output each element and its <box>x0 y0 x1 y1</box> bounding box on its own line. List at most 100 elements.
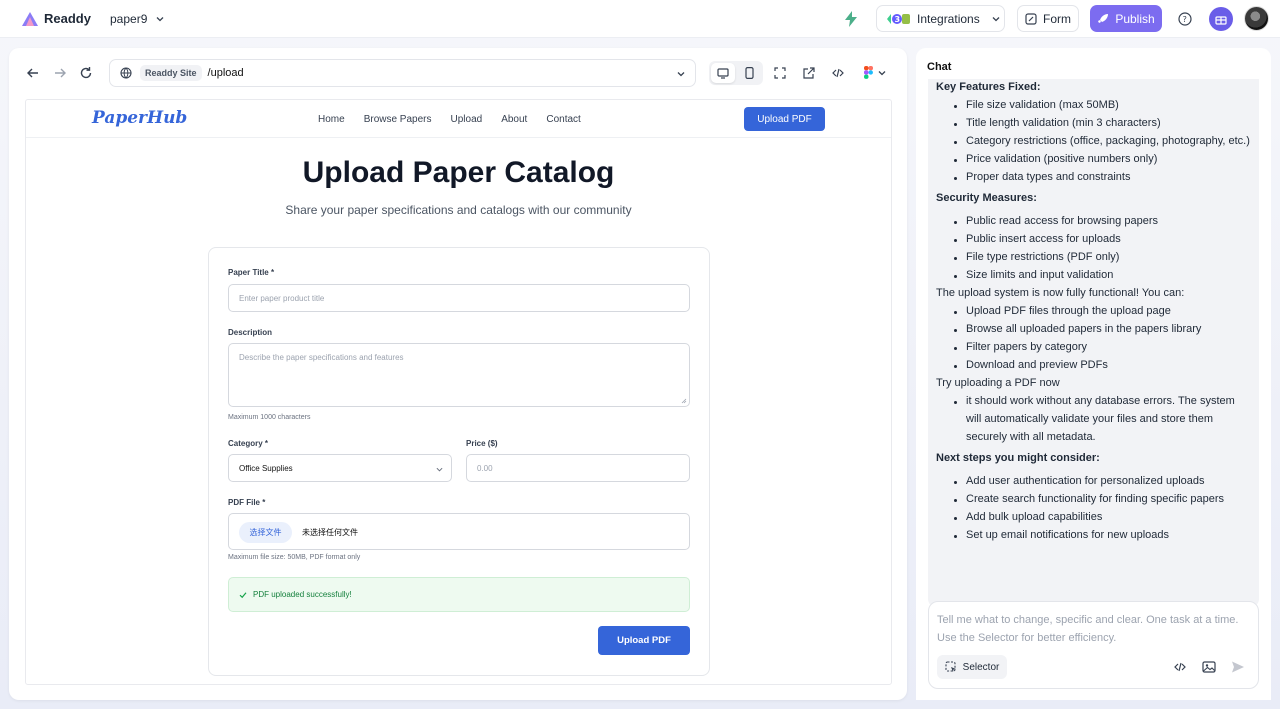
category-value: Office Supplies <box>239 463 293 473</box>
chat-panel: Chat Key Features Fixed: File size valida… <box>916 48 1271 700</box>
bullet-icon <box>954 499 957 502</box>
gift-button[interactable] <box>1209 7 1233 31</box>
message-list-item: File size validation (max 50MB) <box>966 99 1119 111</box>
message-list-item: Upload PDF files through the upload page <box>966 305 1171 317</box>
page-subtitle: Share your paper specifications and cata… <box>285 203 632 217</box>
integrations-button[interactable]: 3 Integrations <box>876 5 1005 32</box>
nav-link-about[interactable]: About <box>501 114 527 125</box>
message-list-item: Price validation (positive numbers only) <box>966 153 1158 165</box>
send-icon[interactable] <box>1231 660 1245 674</box>
site-header: PaperHub Home Browse Papers Upload About… <box>26 100 891 138</box>
message-list-item: Filter papers by category <box>966 341 1088 353</box>
nav-link-home[interactable]: Home <box>318 114 345 125</box>
bullet-icon <box>954 275 957 278</box>
gift-icon <box>1215 16 1227 25</box>
choose-file-button[interactable]: 选择文件 <box>239 522 292 543</box>
code-icon[interactable] <box>1173 660 1187 674</box>
chat-title: Chat <box>927 61 952 73</box>
upload-form: Paper Title * Enter paper product title … <box>208 247 710 676</box>
message-list-item: Add bulk upload capabilities <box>966 511 1103 523</box>
description-hint: Maximum 1000 characters <box>228 414 311 421</box>
selector-icon <box>945 661 956 672</box>
readdy-logo[interactable]: Readdy <box>22 11 91 26</box>
site-chip: Readdy Site <box>140 65 202 81</box>
chevron-down-icon[interactable] <box>677 70 685 78</box>
message-list-item: Set up email notifications for new uploa… <box>966 529 1170 541</box>
user-avatar[interactable] <box>1244 6 1269 31</box>
globe-icon <box>120 67 132 79</box>
selector-label: Selector <box>962 661 1000 673</box>
price-input[interactable]: 0.00 <box>466 454 690 482</box>
message-list-item: Browse all uploaded papers in the papers… <box>966 323 1202 335</box>
bullet-icon <box>954 257 957 260</box>
selector-button[interactable]: Selector <box>937 655 1007 679</box>
bullet-icon <box>954 347 957 350</box>
site-brand-logo[interactable]: PaperHub <box>92 108 187 128</box>
message-list-item: Public read access for browsing papers <box>966 215 1158 227</box>
description-placeholder: Describe the paper specifications and fe… <box>239 353 404 362</box>
site-nav: Home Browse Papers Upload About Contact <box>318 114 600 125</box>
url-bar[interactable]: Readdy Site /upload <box>109 59 696 87</box>
price-label: Price ($) <box>466 439 498 448</box>
form-edit-icon <box>1025 12 1037 25</box>
project-name: paper9 <box>110 12 148 26</box>
forward-arrow-icon[interactable] <box>53 66 67 80</box>
desktop-icon <box>717 67 729 79</box>
bullet-icon <box>954 535 957 538</box>
mobile-view-button[interactable] <box>737 63 761 83</box>
bullet-icon <box>954 105 957 108</box>
file-hint: Maximum file size: 50MB, PDF format only <box>228 554 361 561</box>
submit-upload-pdf-button[interactable]: Upload PDF <box>598 626 690 655</box>
title-input[interactable]: Enter paper product title <box>228 284 690 312</box>
category-label: Category * <box>228 439 269 448</box>
project-switcher[interactable]: paper9 <box>110 12 164 26</box>
fullscreen-icon[interactable] <box>774 67 786 79</box>
bullet-icon <box>954 365 957 368</box>
code-icon[interactable] <box>832 67 844 79</box>
svg-text:?: ? <box>1183 15 1187 24</box>
message-text: The upload system is now fully functiona… <box>936 287 1185 299</box>
lightning-icon[interactable] <box>844 11 858 27</box>
url-path: /upload <box>207 67 244 79</box>
form-button[interactable]: Form <box>1017 5 1079 32</box>
external-link-icon[interactable] <box>803 67 815 79</box>
back-arrow-icon[interactable] <box>26 66 40 80</box>
integrations-label: Integrations <box>917 11 980 26</box>
bullet-icon <box>954 141 957 144</box>
chat-composer: Tell me what to change, specific and cle… <box>928 601 1259 689</box>
help-icon[interactable]: ? <box>1178 12 1192 26</box>
resize-handle-icon[interactable] <box>681 398 687 404</box>
message-list-item: Download and preview PDFs <box>966 359 1108 371</box>
preview-panel: Readdy Site /upload PaperHub Home Browse… <box>9 48 907 700</box>
composer-input[interactable]: Tell me what to change, specific and cle… <box>937 611 1255 647</box>
svg-text:3: 3 <box>895 15 901 24</box>
reload-icon[interactable] <box>79 66 93 80</box>
chevron-down-icon <box>156 17 164 22</box>
message-list-item: it should work without any database erro… <box>966 395 1235 407</box>
bullet-icon <box>954 311 957 314</box>
category-select[interactable]: Office Supplies <box>228 454 452 482</box>
file-input[interactable]: 选择文件 未选择任何文件 <box>228 513 690 550</box>
nav-link-upload[interactable]: Upload <box>451 114 483 125</box>
header-upload-pdf-button[interactable]: Upload PDF <box>744 107 825 131</box>
image-icon[interactable] <box>1202 660 1216 674</box>
nav-link-browse-papers[interactable]: Browse Papers <box>364 114 432 125</box>
description-textarea[interactable]: Describe the paper specifications and fe… <box>228 343 690 407</box>
form-label: Form <box>1043 11 1071 26</box>
message-list-item: Title length validation (min 3 character… <box>966 117 1161 129</box>
device-toggle <box>709 61 763 85</box>
desktop-view-button[interactable] <box>711 63 735 83</box>
publish-button[interactable]: Publish <box>1090 5 1162 32</box>
chat-messages[interactable]: Key Features Fixed: File size validation … <box>928 79 1259 607</box>
figma-icon <box>864 66 873 79</box>
bullet-icon <box>954 221 957 224</box>
message-heading: Key Features Fixed: <box>936 81 1041 93</box>
message-list-item: Public insert access for uploads <box>966 233 1121 245</box>
figma-menu[interactable] <box>864 66 886 79</box>
message-list-item: File type restrictions (PDF only) <box>966 251 1120 263</box>
description-label: Description <box>228 328 273 337</box>
nav-link-contact[interactable]: Contact <box>546 114 580 125</box>
message-list-item: Create search functionality for finding … <box>966 493 1225 505</box>
bullet-icon <box>954 239 957 242</box>
message-list-item: Category restrictions (office, packaging… <box>966 135 1250 147</box>
